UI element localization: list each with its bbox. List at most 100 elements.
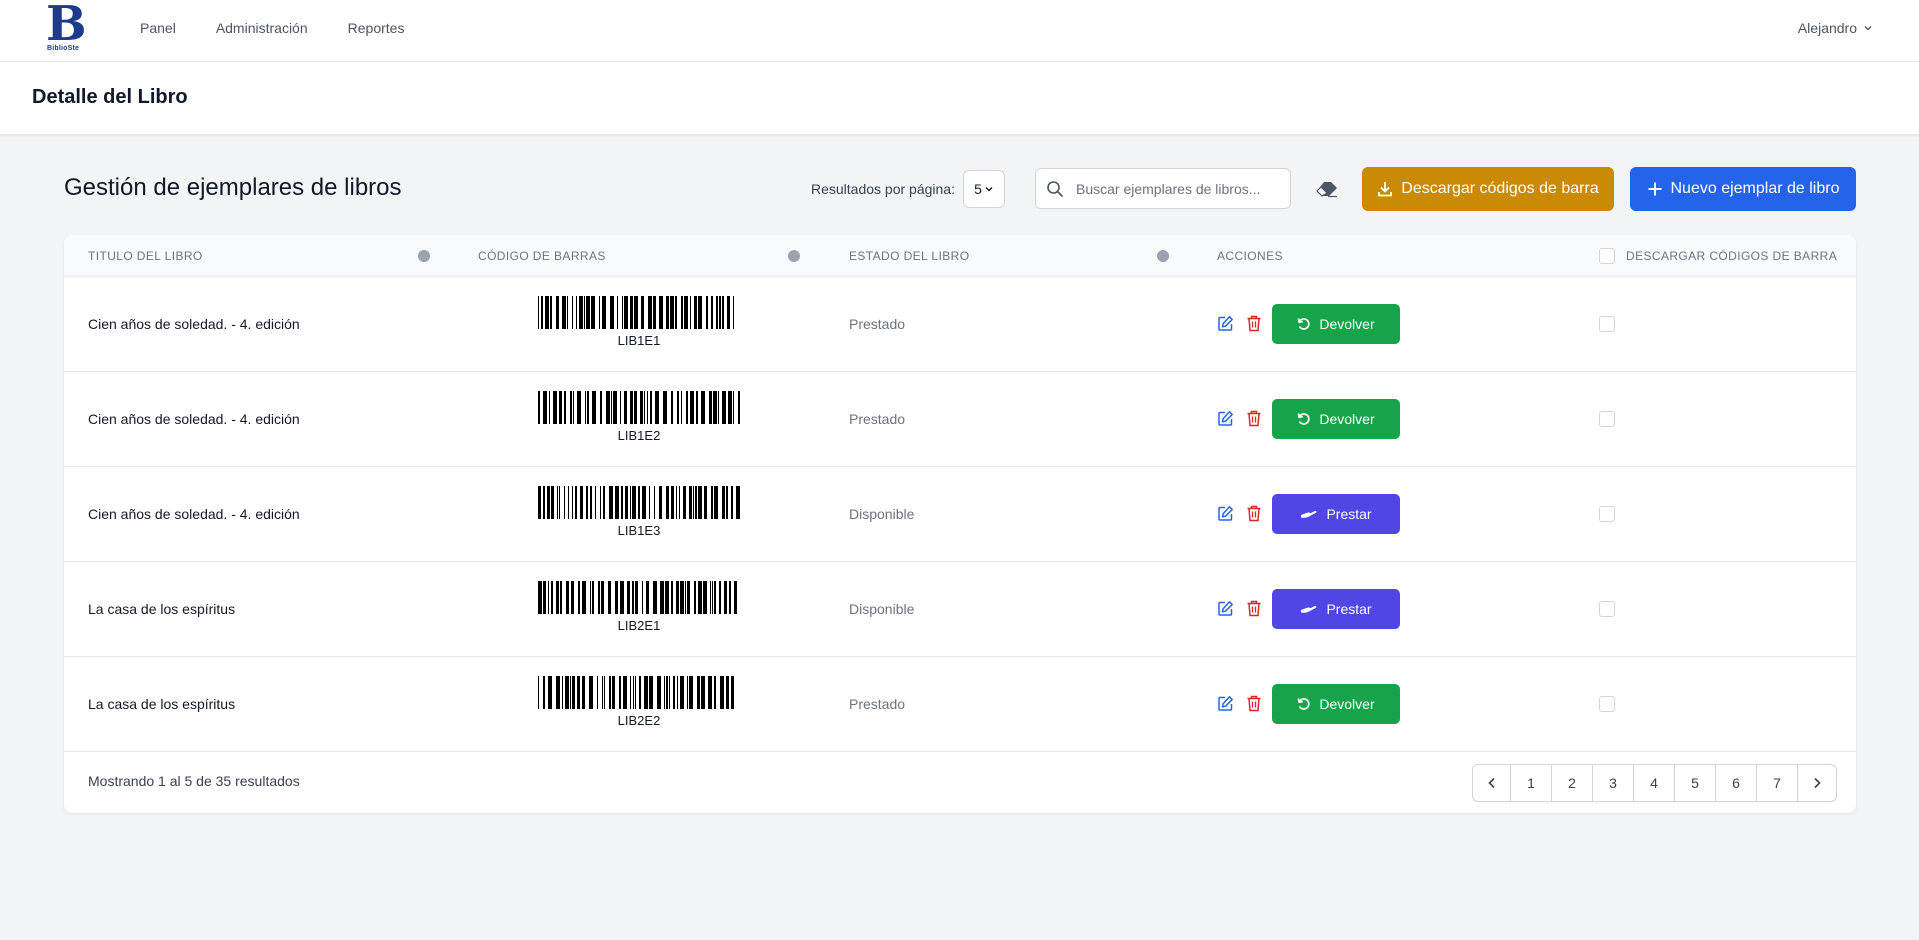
table-header: TITULO DEL LIBRO CÓDIGO DE BARRAS ESTADO…	[64, 235, 1856, 277]
book-status: Prestado	[849, 696, 906, 712]
trash-icon[interactable]	[1246, 505, 1262, 527]
action-label: Devolver	[1319, 696, 1375, 712]
page-button[interactable]: 2	[1552, 765, 1593, 801]
nav-link-administracion[interactable]: Administración	[216, 20, 308, 36]
page-header: Detalle del Libro	[0, 62, 1919, 135]
nav-link-reportes[interactable]: Reportes	[348, 20, 405, 36]
book-title: La casa de los espíritus	[88, 696, 236, 712]
row-download-checkbox[interactable]	[1599, 316, 1615, 332]
book-status: Disponible	[849, 506, 915, 522]
per-page-value: 5	[974, 181, 982, 197]
edit-icon[interactable]	[1217, 505, 1234, 527]
header-title: TITULO DEL LIBRO	[88, 249, 203, 263]
trash-icon[interactable]	[1246, 600, 1262, 622]
download-barcodes-label: Descargar códigos de barra	[1401, 180, 1599, 197]
book-title: Cien años de soledad. - 4. edición	[88, 506, 300, 522]
results-summary: Mostrando 1 al 5 de 35 resultados	[88, 773, 300, 789]
chevron-right-icon	[1814, 777, 1821, 789]
trash-icon[interactable]	[1246, 695, 1262, 717]
row-download-checkbox[interactable]	[1599, 411, 1615, 427]
book-status: Prestado	[849, 411, 906, 427]
devolver-button[interactable]: Devolver	[1272, 304, 1400, 344]
row-download-checkbox[interactable]	[1599, 601, 1615, 617]
undo-icon	[1297, 317, 1311, 331]
edit-icon[interactable]	[1217, 315, 1234, 337]
prestar-button[interactable]: Prestar	[1272, 494, 1400, 534]
new-copy-button[interactable]: Nuevo ejemplar de libro	[1630, 167, 1856, 211]
table-row: Cien años de soledad. - 4. edición LIB1E2…	[64, 372, 1856, 467]
undo-icon	[1297, 412, 1311, 426]
row-download-checkbox[interactable]	[1599, 506, 1615, 522]
header-barcode: CÓDIGO DE BARRAS	[478, 249, 606, 263]
action-label: Prestar	[1326, 601, 1372, 617]
table-row: Cien años de soledad. - 4. edición LIB1E1…	[64, 277, 1856, 372]
barcode-image	[538, 581, 737, 614]
prestar-button[interactable]: Prestar	[1272, 589, 1400, 629]
search-box	[1035, 168, 1291, 209]
trash-icon[interactable]	[1246, 410, 1262, 432]
search-icon	[1047, 181, 1063, 197]
action-label: Devolver	[1319, 316, 1375, 332]
chevron-down-icon	[985, 187, 993, 192]
search-input[interactable]	[1076, 169, 1286, 208]
table-row: La casa de los espíritus LIB2E1 Disponible…	[64, 562, 1856, 657]
page-button[interactable]: 7	[1757, 765, 1798, 801]
nav-link-panel[interactable]: Panel	[140, 20, 176, 36]
row-download-checkbox[interactable]	[1599, 696, 1615, 712]
page-button[interactable]: 1	[1511, 765, 1552, 801]
prev-page-button[interactable]	[1473, 765, 1511, 801]
barcode-label: LIB1E2	[617, 428, 661, 443]
table-footer: Mostrando 1 al 5 de 35 resultados 1 2 3 …	[64, 752, 1856, 813]
table-row: La casa de los espíritus LIB2E2 Prestado De…	[64, 657, 1856, 752]
chevron-left-icon	[1487, 777, 1495, 789]
edit-icon[interactable]	[1217, 600, 1234, 622]
action-label: Devolver	[1319, 411, 1375, 427]
per-page-select[interactable]: 5	[963, 170, 1005, 208]
edit-icon[interactable]	[1217, 695, 1234, 717]
plus-icon	[1648, 182, 1661, 196]
book-title: Cien años de soledad. - 4. edición	[88, 411, 300, 427]
nav-links: Panel Administración Reportes	[140, 20, 404, 36]
page-button[interactable]: 5	[1675, 765, 1716, 801]
user-menu[interactable]: Alejandro	[1798, 20, 1873, 36]
eraser-icon[interactable]	[1316, 180, 1338, 198]
section-title: Gestión de ejemplares de libros	[64, 174, 402, 201]
logo-letter: B	[46, 0, 87, 52]
table-row: Cien años de soledad. - 4. edición LIB1E3…	[64, 467, 1856, 562]
header-actions: ACCIONES	[1217, 249, 1283, 263]
edit-icon[interactable]	[1217, 410, 1234, 432]
sort-dot-icon[interactable]	[788, 250, 800, 262]
chevron-down-icon	[1864, 26, 1872, 31]
barcode-label: LIB2E2	[617, 713, 661, 728]
select-all-checkbox[interactable]	[1599, 248, 1615, 264]
user-name: Alejandro	[1797, 20, 1857, 36]
page-button[interactable]: 4	[1634, 765, 1675, 801]
page-title: Detalle del Libro	[32, 86, 188, 108]
copies-table: TITULO DEL LIBRO CÓDIGO DE BARRAS ESTADO…	[64, 235, 1856, 813]
page-button[interactable]: 3	[1593, 765, 1634, 801]
top-navbar: B BiblioSte Panel Administración Reporte…	[0, 0, 1919, 62]
new-copy-label: Nuevo ejemplar de libro	[1670, 180, 1840, 197]
barcode-label: LIB2E1	[617, 618, 661, 633]
download-barcodes-button[interactable]: Descargar códigos de barra	[1362, 167, 1614, 211]
trash-icon[interactable]	[1246, 315, 1262, 337]
logo[interactable]: B BiblioSte	[46, 0, 87, 54]
action-label: Prestar	[1326, 506, 1372, 522]
barcode-label: LIB1E1	[617, 333, 661, 348]
next-page-button[interactable]	[1798, 765, 1836, 801]
pagination: 1 2 3 4 5 6 7	[1472, 764, 1837, 802]
header-status: ESTADO DEL LIBRO	[849, 249, 970, 263]
per-page-label: Resultados por página:	[811, 181, 955, 197]
book-status: Disponible	[849, 601, 915, 617]
devolver-button[interactable]: Devolver	[1272, 684, 1400, 724]
logo-text: BiblioSte	[47, 45, 80, 52]
download-icon	[1378, 182, 1393, 197]
sort-dot-icon[interactable]	[1157, 250, 1169, 262]
sort-dot-icon[interactable]	[418, 250, 430, 262]
barcode-image	[538, 296, 734, 329]
devolver-button[interactable]: Devolver	[1272, 399, 1400, 439]
book-status: Prestado	[849, 316, 906, 332]
book-title: La casa de los espíritus	[88, 601, 236, 617]
page-button[interactable]: 6	[1716, 765, 1757, 801]
header-download: DESCARGAR CÓDIGOS DE BARRA	[1626, 249, 1838, 263]
